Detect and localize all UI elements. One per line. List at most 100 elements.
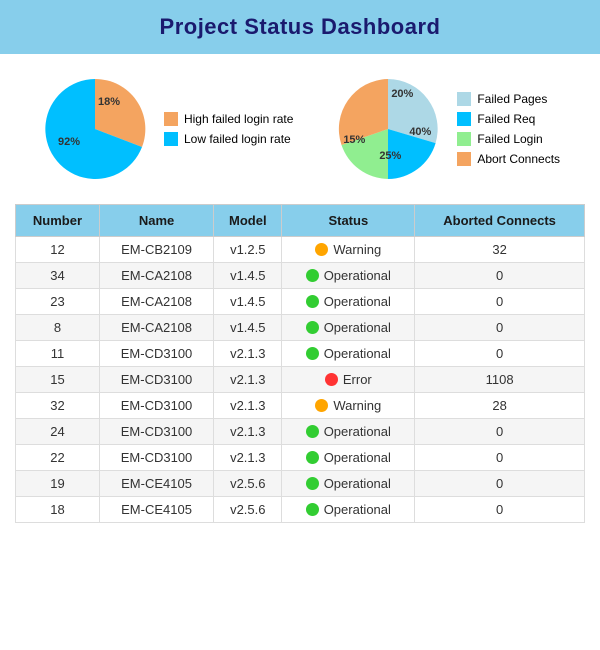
cell-aborted: 0 (415, 471, 585, 497)
col-aborted: Aborted Connects (415, 205, 585, 237)
pie-chart-1: 18% 92% (40, 74, 150, 184)
cell-aborted: 32 (415, 237, 585, 263)
cell-model: v1.4.5 (214, 263, 282, 289)
pie-chart-2: 20% 40% 25% 15% (333, 74, 443, 184)
cell-name: EM-CA2108 (99, 263, 213, 289)
legend-item-low: Low failed login rate (164, 132, 293, 146)
chart2-legend: Failed Pages Failed Req Failed Login Abo… (457, 92, 560, 166)
cell-aborted: 0 (415, 341, 585, 367)
status-label: Operational (324, 476, 391, 491)
cell-aborted: 0 (415, 497, 585, 523)
status-dot (306, 503, 319, 516)
legend-item-high: High failed login rate (164, 112, 293, 126)
status-label: Operational (324, 450, 391, 465)
charts-section: 18% 92% High failed login rate Low faile… (0, 54, 600, 194)
cell-model: v2.5.6 (214, 497, 282, 523)
table-row: 34 EM-CA2108 v1.4.5 Operational 0 (16, 263, 585, 289)
page-title: Project Status Dashboard (0, 0, 600, 54)
status-dot (306, 451, 319, 464)
status-label: Operational (324, 268, 391, 283)
table-row: 18 EM-CE4105 v2.5.6 Operational 0 (16, 497, 585, 523)
cell-number: 12 (16, 237, 100, 263)
legend-item-failed-login: Failed Login (457, 132, 560, 146)
cell-name: EM-CD3100 (99, 393, 213, 419)
table-row: 15 EM-CD3100 v2.1.3 Error 1108 (16, 367, 585, 393)
cell-status: Operational (282, 471, 415, 497)
cell-model: v2.1.3 (214, 419, 282, 445)
cell-name: EM-CE4105 (99, 471, 213, 497)
chart1-legend: High failed login rate Low failed login … (164, 112, 293, 146)
cell-model: v1.2.5 (214, 237, 282, 263)
status-dot (315, 399, 328, 412)
legend-color-high (164, 112, 178, 126)
status-dot (306, 425, 319, 438)
cell-number: 22 (16, 445, 100, 471)
cell-status: Error (282, 367, 415, 393)
cell-status: Operational (282, 445, 415, 471)
table-row: 32 EM-CD3100 v2.1.3 Warning 28 (16, 393, 585, 419)
cell-aborted: 1108 (415, 367, 585, 393)
status-label: Operational (324, 346, 391, 361)
status-dot (325, 373, 338, 386)
legend-item-abort: Abort Connects (457, 152, 560, 166)
pie1-label-92: 92% (58, 136, 80, 148)
legend-color-failed-pages (457, 92, 471, 106)
status-dot (306, 477, 319, 490)
cell-model: v2.1.3 (214, 393, 282, 419)
table-row: 23 EM-CA2108 v1.4.5 Operational 0 (16, 289, 585, 315)
pie2-label-40: 40% (409, 126, 431, 138)
cell-name: EM-CD3100 (99, 367, 213, 393)
legend-color-failed-req (457, 112, 471, 126)
legend-color-low (164, 132, 178, 146)
pie2-label-20: 20% (391, 88, 413, 100)
cell-aborted: 28 (415, 393, 585, 419)
col-model: Model (214, 205, 282, 237)
cell-status: Operational (282, 419, 415, 445)
table-row: 22 EM-CD3100 v2.1.3 Operational 0 (16, 445, 585, 471)
col-name: Name (99, 205, 213, 237)
legend-label-failed-req: Failed Req (477, 112, 535, 126)
cell-model: v1.4.5 (214, 315, 282, 341)
cell-status: Operational (282, 289, 415, 315)
status-label: Operational (324, 424, 391, 439)
status-label: Warning (333, 398, 381, 413)
cell-number: 11 (16, 341, 100, 367)
legend-color-abort (457, 152, 471, 166)
cell-number: 34 (16, 263, 100, 289)
cell-number: 15 (16, 367, 100, 393)
cell-status: Operational (282, 315, 415, 341)
table-row: 8 EM-CA2108 v1.4.5 Operational 0 (16, 315, 585, 341)
cell-aborted: 0 (415, 289, 585, 315)
pie2-label-25: 25% (379, 150, 401, 162)
cell-aborted: 0 (415, 445, 585, 471)
cell-status: Operational (282, 263, 415, 289)
cell-aborted: 0 (415, 263, 585, 289)
status-dot (306, 347, 319, 360)
status-label: Error (343, 372, 372, 387)
cell-status: Operational (282, 341, 415, 367)
status-table: Number Name Model Status Aborted Connect… (15, 204, 585, 523)
cell-model: v2.5.6 (214, 471, 282, 497)
status-dot (306, 295, 319, 308)
table-row: 24 EM-CD3100 v2.1.3 Operational 0 (16, 419, 585, 445)
legend-color-failed-login (457, 132, 471, 146)
status-dot (306, 269, 319, 282)
cell-model: v2.1.3 (214, 341, 282, 367)
table-row: 11 EM-CD3100 v2.1.3 Operational 0 (16, 341, 585, 367)
table-section: Number Name Model Status Aborted Connect… (0, 194, 600, 538)
cell-number: 18 (16, 497, 100, 523)
cell-status: Warning (282, 393, 415, 419)
cell-status: Warning (282, 237, 415, 263)
cell-status: Operational (282, 497, 415, 523)
cell-model: v2.1.3 (214, 367, 282, 393)
cell-aborted: 0 (415, 419, 585, 445)
status-label: Operational (324, 502, 391, 517)
cell-number: 19 (16, 471, 100, 497)
cell-name: EM-CD3100 (99, 341, 213, 367)
cell-model: v1.4.5 (214, 289, 282, 315)
status-label: Warning (333, 242, 381, 257)
legend-label-low: Low failed login rate (184, 132, 291, 146)
status-label: Operational (324, 320, 391, 335)
legend-item-failed-req: Failed Req (457, 112, 560, 126)
cell-name: EM-CD3100 (99, 419, 213, 445)
